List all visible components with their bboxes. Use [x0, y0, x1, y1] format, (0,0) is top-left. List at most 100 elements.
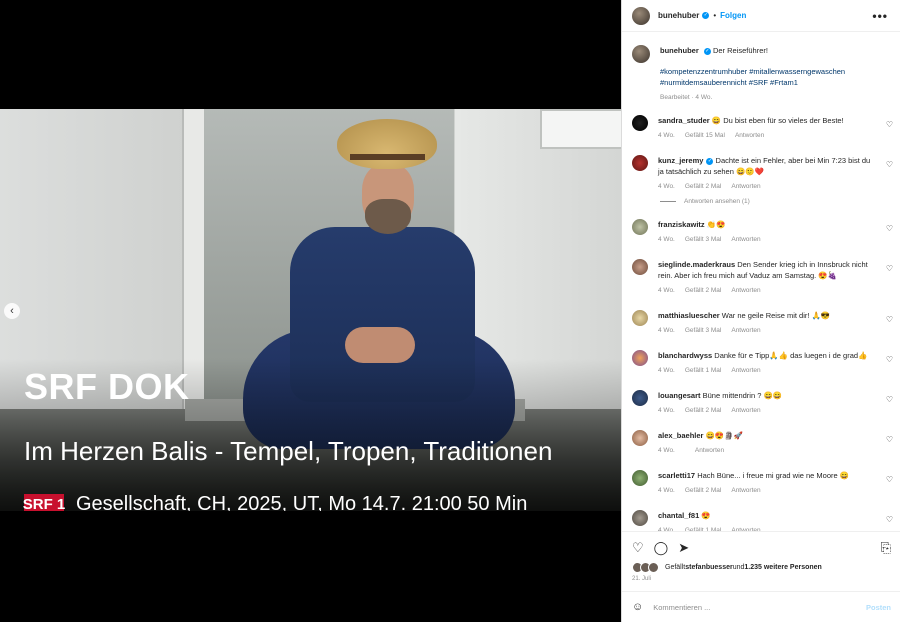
- bookmark-icon[interactable]: ⎘: [881, 540, 891, 556]
- reply-button[interactable]: Antworten: [731, 327, 760, 334]
- carousel-prev-button[interactable]: ‹: [4, 303, 20, 319]
- separator-dot: •: [713, 11, 717, 20]
- commenter-username[interactable]: franziskawitz: [658, 220, 705, 229]
- comment-like-icon[interactable]: ♡: [886, 475, 893, 484]
- comment-like-icon[interactable]: ♡: [886, 120, 893, 129]
- reply-button[interactable]: Antworten: [731, 487, 760, 494]
- comment-meta: 4 Wo. Gefällt 2 Mal Antworten: [658, 405, 877, 416]
- comment-like-icon[interactable]: ♡: [886, 395, 893, 404]
- comment-age: 4 Wo.: [658, 367, 675, 374]
- comment-item: louangesart Büne mittendrin ? 😄😄 4 Wo. Gef…: [622, 390, 900, 416]
- reply-button[interactable]: Antworten: [731, 236, 760, 243]
- likes-summary: Gefällt stefanbuesser und 1.235 weitere …: [622, 556, 900, 573]
- likes-middle: und: [732, 564, 745, 571]
- comment-text: Büne mittendrin ? 😄😄: [702, 391, 783, 400]
- caption-username[interactable]: bunehuber: [660, 46, 699, 55]
- comment-age: 4 Wo.: [658, 407, 675, 414]
- share-icon[interactable]: ➤: [678, 540, 689, 556]
- comment-like-icon[interactable]: ♡: [886, 515, 893, 524]
- comment-likes[interactable]: Gefällt 3 Mal: [685, 327, 722, 334]
- commenter-username[interactable]: blanchardwyss: [658, 351, 712, 360]
- reply-button[interactable]: Antworten: [731, 367, 760, 374]
- comment-meta: 4 Wo. Antworten: [658, 445, 877, 456]
- more-options-icon[interactable]: •••: [872, 9, 888, 23]
- comment-like-icon[interactable]: ♡: [886, 224, 893, 233]
- show-title: Im Herzen Balis - Tempel, Tropen, Tradit…: [24, 436, 553, 466]
- comment-likes[interactable]: Gefällt 2 Mal: [685, 487, 722, 494]
- reply-button[interactable]: Antworten: [731, 407, 760, 414]
- liker-username[interactable]: stefanbuesser: [685, 564, 732, 571]
- post-comment-button[interactable]: Posten: [866, 603, 891, 612]
- commenter-username[interactable]: matthiasluescher: [658, 311, 720, 320]
- commenter-avatar[interactable]: [632, 155, 648, 171]
- commenter-avatar[interactable]: [632, 430, 648, 446]
- commenter-username[interactable]: chantal_f81: [658, 511, 699, 520]
- likes-prefix: Gefällt: [665, 564, 686, 571]
- comment-like-icon[interactable]: ♡: [886, 435, 893, 444]
- commenter-avatar[interactable]: [632, 390, 648, 406]
- commenter-username[interactable]: louangesart: [658, 391, 701, 400]
- commenter-avatar[interactable]: [632, 219, 648, 235]
- comments-list[interactable]: bunehuber ✓ Der Reiseführer! #kompetenzz…: [622, 33, 900, 531]
- verified-icon: ✓: [703, 47, 711, 55]
- comment-item: chantal_f81 😍 4 Wo. Gefällt 1 Mal Antworten…: [622, 510, 900, 531]
- person-hands: [345, 327, 415, 363]
- comment-like-icon[interactable]: ♡: [886, 355, 893, 364]
- comment-age: 4 Wo.: [658, 183, 675, 190]
- follow-button[interactable]: Folgen: [720, 11, 746, 20]
- comment-age: 4 Wo.: [658, 132, 675, 139]
- comment-likes[interactable]: Gefällt 15 Mal: [685, 132, 725, 139]
- comment-age: 4 Wo.: [658, 236, 675, 243]
- comment-item: blanchardwyss Danke für e Tipp🙏👍 das lue…: [622, 350, 900, 376]
- commenter-avatar[interactable]: [632, 470, 648, 486]
- emoji-icon[interactable]: ☺: [632, 601, 643, 613]
- comment-icon[interactable]: ◯: [654, 540, 669, 556]
- commenter-username[interactable]: scarletti17: [658, 471, 695, 480]
- commenter-username[interactable]: sandra_studer: [658, 116, 710, 125]
- comment-text: 😄 Du bist eben für so vieles der Beste!: [711, 116, 844, 125]
- comment-like-icon[interactable]: ♡: [886, 315, 893, 324]
- reply-button[interactable]: Antworten: [695, 447, 724, 454]
- view-replies-label[interactable]: Antworten ansehen (1): [684, 198, 750, 205]
- comment-likes[interactable]: Gefällt 2 Mal: [685, 287, 722, 294]
- reply-button[interactable]: Antworten: [731, 287, 760, 294]
- author-username[interactable]: bunehuber: [658, 11, 699, 20]
- reply-button[interactable]: Antworten: [731, 183, 760, 190]
- commenter-avatar[interactable]: [632, 310, 648, 326]
- comment-item: sieglinde.maderkraus Den Sender krieg ic…: [622, 259, 900, 296]
- hat-band: [350, 154, 425, 160]
- comment-likes[interactable]: Gefällt 2 Mal: [685, 407, 722, 414]
- post-date: 21. Juli: [632, 576, 652, 582]
- straw-hat: [337, 119, 437, 169]
- comment-likes[interactable]: Gefällt 2 Mal: [685, 183, 722, 190]
- comment-age: 4 Wo.: [658, 327, 675, 334]
- comment-input[interactable]: Kommentieren ...: [653, 603, 866, 612]
- reply-button[interactable]: Antworten: [735, 132, 764, 139]
- caption-avatar[interactable]: [632, 45, 650, 63]
- commenter-avatar[interactable]: [632, 115, 648, 131]
- verified-icon: ✓: [702, 12, 710, 19]
- commenter-username[interactable]: kunz_jeremy: [658, 156, 703, 165]
- srf1-logo: SRF 1: [23, 493, 65, 511]
- verified-icon: ✓: [706, 157, 714, 165]
- comment-like-icon[interactable]: ♡: [886, 264, 893, 273]
- comment-meta: 4 Wo. Gefällt 2 Mal Antworten: [658, 181, 877, 192]
- channel-title: SRF DOK: [24, 366, 190, 407]
- commenter-username[interactable]: alex_baehler: [658, 431, 703, 440]
- view-replies-button[interactable]: Antworten ansehen (1): [660, 198, 900, 205]
- comment-likes[interactable]: Gefällt 1 Mal: [685, 367, 722, 374]
- commenter-avatar[interactable]: [632, 259, 648, 275]
- commenter-avatar[interactable]: [632, 510, 648, 526]
- comment-age: 4 Wo.: [658, 447, 675, 454]
- caption-hashtags[interactable]: #kompetenzzentrumhuber #mitallenwasserng…: [660, 66, 891, 88]
- comment-item: matthiasluescher War ne geile Reise mit …: [622, 310, 900, 336]
- commenter-avatar[interactable]: [632, 350, 648, 366]
- comment-like-icon[interactable]: ♡: [886, 160, 893, 169]
- like-heart-icon[interactable]: ♡: [632, 540, 644, 556]
- author-avatar[interactable]: [632, 6, 650, 25]
- comment-likes[interactable]: Gefällt 3 Mal: [685, 236, 722, 243]
- likes-count[interactable]: 1.235 weitere Personen: [744, 564, 821, 571]
- commenter-username[interactable]: sieglinde.maderkraus: [658, 260, 735, 269]
- comment-meta: 4 Wo. Gefällt 3 Mal Antworten: [658, 234, 877, 245]
- window: [540, 109, 621, 149]
